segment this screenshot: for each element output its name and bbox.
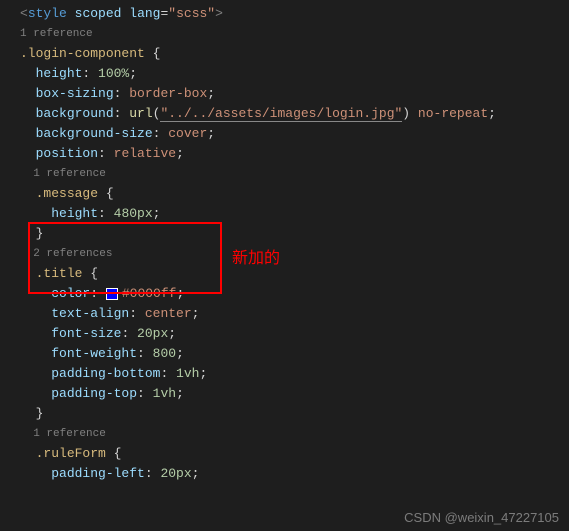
style-open-tag: <style scoped lang="scss"> xyxy=(20,4,569,24)
close-brace: } xyxy=(20,224,569,244)
reference-hint: 1 reference xyxy=(20,24,569,44)
decl-padding-bottom: padding-bottom: 1vh; xyxy=(20,364,569,384)
decl-background-size: background-size: cover; xyxy=(20,124,569,144)
decl-box-sizing: box-sizing: border-box; xyxy=(20,84,569,104)
close-brace: } xyxy=(20,404,569,424)
decl-padding-top: padding-top: 1vh; xyxy=(20,384,569,404)
color-swatch-icon xyxy=(106,288,118,300)
selector-message: .message { xyxy=(20,184,569,204)
decl-text-align: text-align: center; xyxy=(20,304,569,324)
decl-message-height: height: 480px; xyxy=(20,204,569,224)
decl-font-weight: font-weight: 800; xyxy=(20,344,569,364)
code-block: <style scoped lang="scss"> 1 reference .… xyxy=(0,0,569,484)
decl-padding-left: padding-left: 20px; xyxy=(20,464,569,484)
selector-ruleform: .ruleForm { xyxy=(20,444,569,464)
watermark: CSDN @weixin_47227105 xyxy=(404,510,559,525)
selector-login: .login-component { xyxy=(20,44,569,64)
annotation-text: 新加的 xyxy=(232,244,280,268)
reference-hint: 2 references xyxy=(20,244,569,264)
decl-background: background: url("../../assets/images/log… xyxy=(20,104,569,124)
decl-color: color: #0000ff; xyxy=(20,284,569,304)
decl-height: height: 100%; xyxy=(20,64,569,84)
reference-hint: 1 reference xyxy=(20,164,569,184)
selector-title: .title { xyxy=(20,264,569,284)
reference-hint: 1 reference xyxy=(20,424,569,444)
decl-font-size: font-size: 20px; xyxy=(20,324,569,344)
decl-position: position: relative; xyxy=(20,144,569,164)
